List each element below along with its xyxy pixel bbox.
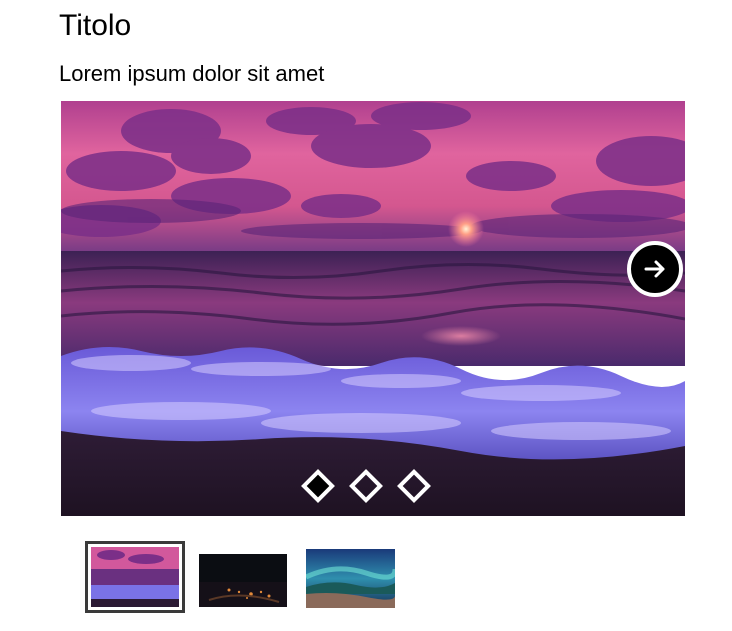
thumbnail-image-sunset-beach [91,547,179,607]
thumbnail-image-aurora-lake [306,549,395,608]
next-slide-button[interactable] [627,241,683,297]
arrow-right-icon [644,260,665,278]
image-slider [61,101,685,516]
slide-pager [301,469,463,503]
pager-dot-3-diamond-icon[interactable] [397,469,431,503]
page-subtitle: Lorem ipsum dolor sit amet [59,61,325,86]
page-title: Titolo [59,9,132,42]
slide-image-sunset-beach [61,101,685,516]
thumbnail-3[interactable] [306,549,395,608]
thumbnail-image-night-coast [199,554,287,607]
pager-dot-2-diamond-icon[interactable] [349,469,383,503]
thumbnail-1[interactable] [85,541,185,613]
thumbnail-2[interactable] [199,554,287,607]
pager-dot-1-diamond-icon[interactable] [301,469,335,503]
